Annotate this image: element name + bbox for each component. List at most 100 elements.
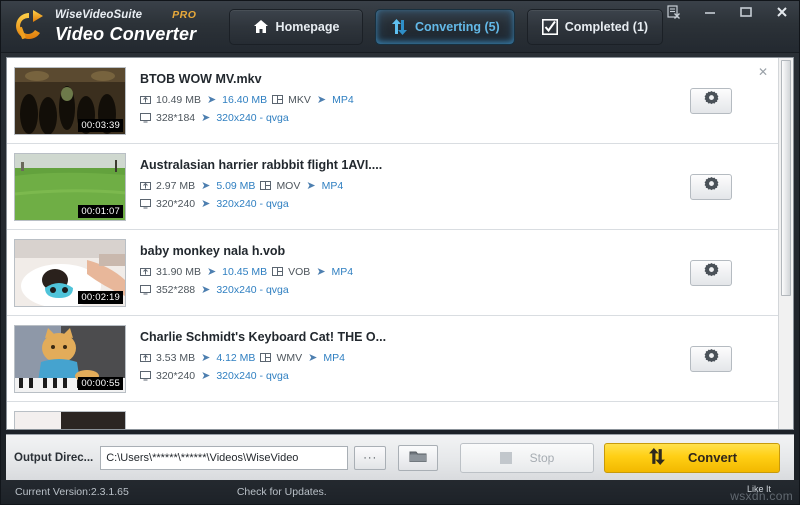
- monitor-icon: [140, 284, 151, 295]
- file-name: baby monkey nala h.vob: [140, 244, 690, 258]
- version-label: Current Version:2.3.1.65: [7, 486, 129, 498]
- status-bar: Current Version:2.3.1.65 Check for Updat…: [1, 480, 799, 504]
- remove-item-icon[interactable]: ✕: [757, 66, 769, 78]
- file-name: Australasian harrier rabbbit flight 1AVI…: [140, 158, 690, 172]
- close-icon[interactable]: [771, 3, 793, 21]
- monitor-icon: [140, 112, 151, 123]
- video-duration: 00:00:55: [78, 377, 123, 390]
- browse-button[interactable]: ···: [354, 446, 386, 470]
- file-size-icon: [140, 94, 151, 105]
- file-list: 00:03:39 BTOB WOW MV.mkv 10.49 MB ➤ 16.4…: [7, 58, 778, 429]
- arrow-icon: ➤: [200, 179, 211, 192]
- size-out: 10.45 MB: [222, 266, 267, 278]
- gear-icon: [704, 91, 719, 111]
- format-icon: [260, 180, 271, 191]
- format-in: VOB: [288, 266, 310, 278]
- file-meta: baby monkey nala h.vob 31.90 MB ➤ 10.45 …: [140, 244, 690, 301]
- table-row[interactable]: 00:01:07 Australasian harrier rabbbit fl…: [7, 144, 778, 230]
- clear-list-icon[interactable]: [663, 3, 685, 21]
- format-icon: [260, 352, 271, 363]
- size-out: 5.09 MB: [216, 180, 255, 192]
- arrow-icon: ➤: [200, 197, 211, 210]
- settings-button[interactable]: [690, 174, 732, 200]
- format-in: MOV: [276, 180, 300, 192]
- app-logo-icon: [9, 7, 49, 47]
- video-thumbnail: [14, 411, 126, 429]
- tab-bar: Homepage Converting (5): [229, 9, 663, 45]
- monitor-icon: [140, 198, 151, 209]
- tab-completed-label: Completed (1): [565, 20, 648, 34]
- table-row[interactable]: 00:00:55 Charlie Schmidt's Keyboard Cat!…: [7, 316, 778, 402]
- tab-converting[interactable]: Converting (5): [375, 9, 515, 45]
- conversion-list-panel: 00:03:39 BTOB WOW MV.mkv 10.49 MB ➤ 16.4…: [6, 57, 794, 430]
- file-size-icon: [140, 266, 151, 277]
- file-resolution-line: 320*240 ➤ 320x240 - qvga: [140, 197, 690, 210]
- stop-square-icon: [500, 452, 512, 464]
- output-bar: Output Direc... C:\Users\******\******\V…: [6, 434, 794, 480]
- minimize-icon[interactable]: [699, 3, 721, 21]
- tab-homepage-label: Homepage: [276, 20, 340, 34]
- format-icon: [272, 266, 283, 277]
- stop-button[interactable]: Stop: [460, 443, 594, 473]
- arrow-icon: ➤: [316, 93, 327, 106]
- app-title: Video Converter: [55, 25, 196, 43]
- file-meta: BTOB WOW MV.mkv 10.49 MB ➤ 16.40 MB MKV …: [140, 72, 690, 129]
- video-thumbnail: 00:00:55: [14, 325, 126, 393]
- home-icon: [253, 19, 269, 34]
- format-in: MKV: [288, 94, 311, 106]
- arrow-icon: ➤: [200, 111, 211, 124]
- convert-arrows-icon: [390, 19, 408, 35]
- output-path-input[interactable]: C:\Users\******\******\Videos\WiseVideo: [100, 446, 348, 470]
- convert-button[interactable]: Convert: [604, 443, 780, 473]
- open-folder-button[interactable]: [398, 445, 438, 471]
- table-row[interactable]: 00:02:19 baby monkey nala h.vob 31.90 MB…: [7, 230, 778, 316]
- list-scrollbar[interactable]: [778, 58, 793, 429]
- brand-logo-area: WiseVideoSuite PRO Video Converter: [1, 7, 223, 47]
- size-out: 16.40 MB: [222, 94, 267, 106]
- browse-button-label: ···: [363, 452, 377, 464]
- file-name: BTOB WOW MV.mkv: [140, 72, 690, 86]
- table-row[interactable]: 00:03:39 BTOB WOW MV.mkv 10.49 MB ➤ 16.4…: [7, 58, 778, 144]
- scrollbar-thumb[interactable]: [781, 60, 791, 296]
- res-out: 320x240 - qvga: [216, 112, 288, 124]
- video-duration: 00:03:39: [78, 119, 123, 132]
- res-out: 320x240 - qvga: [216, 284, 288, 296]
- file-size-line: 2.97 MB ➤ 5.09 MB MOV ➤ MP4: [140, 179, 690, 192]
- output-directory-label: Output Direc...: [14, 452, 93, 464]
- video-thumbnail: 00:03:39: [14, 67, 126, 135]
- brand-text: WiseVideoSuite PRO Video Converter: [55, 10, 196, 43]
- tab-completed[interactable]: Completed (1): [527, 9, 663, 45]
- watermark-label: wsxdn.com: [730, 489, 793, 503]
- settings-button[interactable]: [690, 346, 732, 372]
- file-size-line: 31.90 MB ➤ 10.45 MB VOB ➤ MP4: [140, 265, 690, 278]
- file-resolution-line: 328*184 ➤ 320x240 - qvga: [140, 111, 690, 124]
- tab-homepage[interactable]: Homepage: [229, 9, 363, 45]
- video-duration: 00:01:07: [78, 205, 123, 218]
- settings-button[interactable]: [690, 260, 732, 286]
- check-updates-link[interactable]: Check for Updates.: [237, 486, 327, 498]
- res-in: 352*288: [156, 284, 195, 296]
- monitor-icon: [140, 370, 151, 381]
- format-out: MP4: [332, 94, 354, 106]
- format-out: MP4: [323, 352, 345, 364]
- file-size-icon: [140, 180, 151, 191]
- stop-button-label: Stop: [530, 451, 555, 465]
- arrow-icon: ➤: [206, 265, 217, 278]
- size-in: 10.49 MB: [156, 94, 201, 106]
- size-in: 2.97 MB: [156, 180, 195, 192]
- file-size-line: 3.53 MB ➤ 4.12 MB WMV ➤ MP4: [140, 351, 690, 364]
- checkbox-checked-icon: [542, 19, 558, 35]
- res-out: 320x240 - qvga: [216, 198, 288, 210]
- arrow-icon: ➤: [307, 351, 318, 364]
- maximize-icon[interactable]: [735, 3, 757, 21]
- gear-icon: [704, 263, 719, 283]
- convert-arrows-icon: [647, 448, 666, 468]
- video-thumbnail: 00:01:07: [14, 153, 126, 221]
- arrow-icon: ➤: [200, 283, 211, 296]
- table-row[interactable]: DOM KENNEDY MY TYPE OF PARTY.avi: [7, 402, 778, 429]
- brand-suite-name: WiseVideoSuite: [55, 10, 142, 22]
- gear-icon: [704, 349, 719, 369]
- settings-button[interactable]: [690, 88, 732, 114]
- format-out: MP4: [332, 266, 354, 278]
- size-out: 4.12 MB: [216, 352, 255, 364]
